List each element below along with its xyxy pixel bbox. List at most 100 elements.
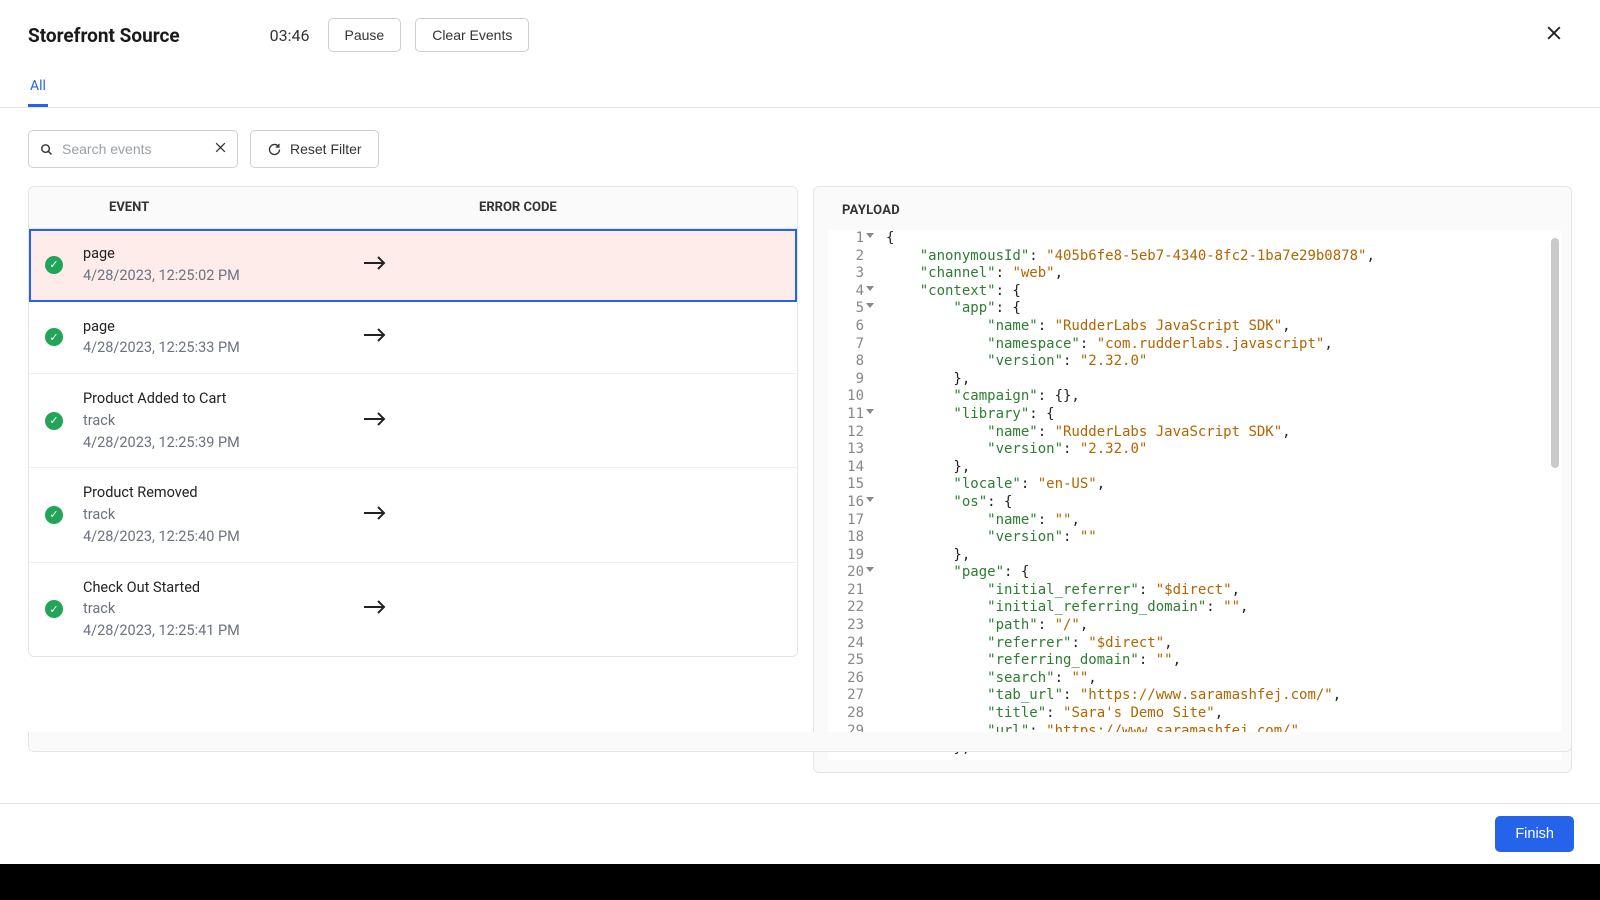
success-icon: ✓ [45,506,63,524]
line-number: 25 [828,652,864,670]
page-title: Storefront Source [28,24,180,47]
line-number: 2 [828,248,864,266]
event-text: Product Removedtrack4/28/2023, 12:25:40 … [83,482,363,547]
event-text: page4/28/2023, 12:25:02 PM [83,243,363,287]
events-table-header: EVENT ERROR CODE [29,187,797,229]
event-timestamp: 4/28/2023, 12:25:39 PM [83,432,363,454]
line-number: 21 [828,582,864,600]
fold-icon[interactable] [866,497,874,502]
line-number: 13 [828,441,864,459]
event-title: Product Added to Cart [83,388,363,410]
line-number: 19 [828,547,864,565]
event-timestamp: 4/28/2023, 12:25:02 PM [83,265,363,287]
line-number: 26 [828,670,864,688]
line-number: 10 [828,388,864,406]
event-type: page [83,316,363,338]
bottom-black-bar [0,864,1600,900]
success-icon: ✓ [45,600,63,618]
line-number: 28 [828,705,864,723]
line-number: 18 [828,529,864,547]
event-timestamp: 4/28/2023, 12:25:41 PM [83,620,363,642]
arrow-right-icon [363,412,387,430]
code-line: "name": "", [886,512,1553,530]
code-line: { [886,230,1553,248]
fold-icon[interactable] [866,567,874,572]
line-number: 4 [828,283,864,301]
fold-icon[interactable] [866,303,874,308]
code-line: "version": "2.32.0" [886,353,1553,371]
code-line: }, [886,371,1553,389]
scrollbar-thumb[interactable] [1551,238,1559,468]
search-input[interactable] [62,141,206,157]
event-row[interactable]: ✓page4/28/2023, 12:25:33 PM [29,302,797,375]
clear-search-icon[interactable] [214,141,227,158]
pause-button[interactable]: Pause [328,18,402,52]
fold-icon[interactable] [866,286,874,291]
col-error-header: ERROR CODE [369,200,797,215]
event-type: track [83,598,363,620]
line-number: 8 [828,353,864,371]
line-number: 16 [828,494,864,512]
line-number: 6 [828,318,864,336]
code-line: "path": "/", [886,617,1553,635]
event-title: Product Removed [83,482,363,504]
code-line: "campaign": {}, [886,388,1553,406]
line-number: 3 [828,265,864,283]
event-row[interactable]: ✓ Product Removedtrack4/28/2023, 12:25:40… [29,468,797,562]
line-number: 5 [828,300,864,318]
code-line: "channel": "web", [886,265,1553,283]
reset-filter-button[interactable]: Reset Filter [250,130,379,168]
payload-panel: PAYLOAD 12345678910111213141516171819202… [813,186,1572,773]
success-icon: ✓ [45,412,63,430]
code-line: "namespace": "com.rudderlabs.javascript"… [886,336,1553,354]
line-number: 17 [828,512,864,530]
event-row[interactable]: ✓ Product Added to Carttrack4/28/2023, 12… [29,374,797,468]
code-line: "library": { [886,406,1553,424]
line-number: 9 [828,371,864,389]
code-line: "app": { [886,300,1553,318]
event-row[interactable]: ✓ Check Out Startedtrack4/28/2023, 12:25:… [29,563,797,656]
code-line: "page": { [886,564,1553,582]
line-number: 15 [828,476,864,494]
event-title: Check Out Started [83,577,363,599]
event-type: track [83,504,363,526]
code-line: "name": "RudderLabs JavaScript SDK", [886,318,1553,336]
event-text: Check Out Startedtrack4/28/2023, 12:25:4… [83,577,363,642]
arrow-right-icon [363,506,387,524]
fold-icon[interactable] [866,233,874,238]
line-number: 12 [828,424,864,442]
code-line: "version": "" [886,529,1553,547]
event-timestamp: 4/28/2023, 12:25:40 PM [83,526,363,548]
finish-button[interactable]: Finish [1495,816,1574,852]
event-row[interactable]: ✓page4/28/2023, 12:25:02 PM [29,229,797,302]
search-icon [39,142,54,157]
timer: 03:46 [270,26,310,45]
line-number: 20 [828,564,864,582]
close-icon[interactable] [1536,19,1572,52]
payload-code[interactable]: 1234567891011121314151617181920212223242… [828,230,1561,760]
events-table: EVENT ERROR CODE ✓page4/28/2023, 12:25:0… [28,186,798,657]
reset-filter-label: Reset Filter [290,141,362,157]
code-line: "title": "Sara's Demo Site", [886,705,1553,723]
event-text: page4/28/2023, 12:25:33 PM [83,316,363,360]
fold-icon[interactable] [866,409,874,414]
payload-title: PAYLOAD [814,203,1571,230]
event-type: track [83,410,363,432]
search-field-wrap [28,130,238,168]
line-number: 11 [828,406,864,424]
line-number: 23 [828,617,864,635]
event-type: page [83,243,363,265]
event-text: Product Added to Carttrack4/28/2023, 12:… [83,388,363,453]
code-line: }, [886,547,1553,565]
arrow-right-icon [363,328,387,346]
event-timestamp: 4/28/2023, 12:25:33 PM [83,337,363,359]
code-line: "context": { [886,283,1553,301]
code-line: "name": "RudderLabs JavaScript SDK", [886,424,1553,442]
code-line: "referrer": "$direct", [886,635,1553,653]
code-line: "version": "2.32.0" [886,441,1553,459]
line-number: 1 [828,230,864,248]
arrow-right-icon [363,600,387,618]
tab-all[interactable]: All [28,68,48,107]
line-number: 7 [828,336,864,354]
clear-events-button[interactable]: Clear Events [415,18,529,52]
